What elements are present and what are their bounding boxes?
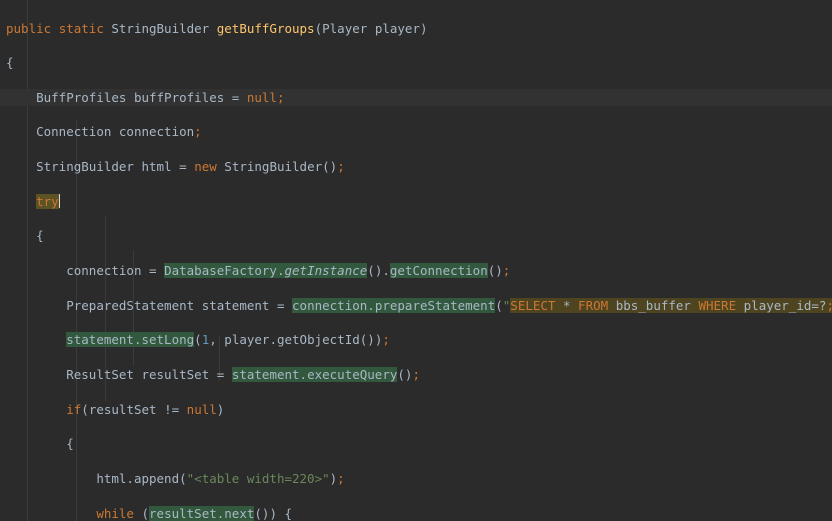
code-content[interactable]: public static StringBuilder getBuffGroup…: [0, 13, 832, 521]
code-line[interactable]: connection = DatabaseFactory.getInstance…: [0, 262, 832, 279]
code-line[interactable]: {: [0, 227, 832, 244]
code-line[interactable]: if(resultSet != null): [0, 401, 832, 418]
code-line[interactable]: ResultSet resultSet = statement.executeQ…: [0, 366, 832, 383]
code-line[interactable]: statement.setLong(1, player.getObjectId(…: [0, 331, 832, 348]
text-caret: [58, 193, 60, 208]
code-line[interactable]: html.append("<table width=220>");: [0, 470, 832, 487]
code-line[interactable]: {: [0, 435, 832, 452]
code-line-caret[interactable]: try: [0, 193, 832, 210]
code-line[interactable]: while (resultSet.next()) {: [0, 505, 832, 521]
code-editor[interactable]: public static StringBuilder getBuffGroup…: [0, 0, 832, 521]
code-line[interactable]: public static StringBuilder getBuffGroup…: [0, 20, 832, 37]
code-line[interactable]: StringBuilder html = new StringBuilder()…: [0, 158, 832, 175]
code-line[interactable]: PreparedStatement statement = connection…: [0, 297, 832, 314]
code-line[interactable]: BuffProfiles buffProfiles = null;: [0, 89, 832, 106]
code-line[interactable]: {: [0, 54, 832, 71]
code-line[interactable]: Connection connection;: [0, 123, 832, 140]
